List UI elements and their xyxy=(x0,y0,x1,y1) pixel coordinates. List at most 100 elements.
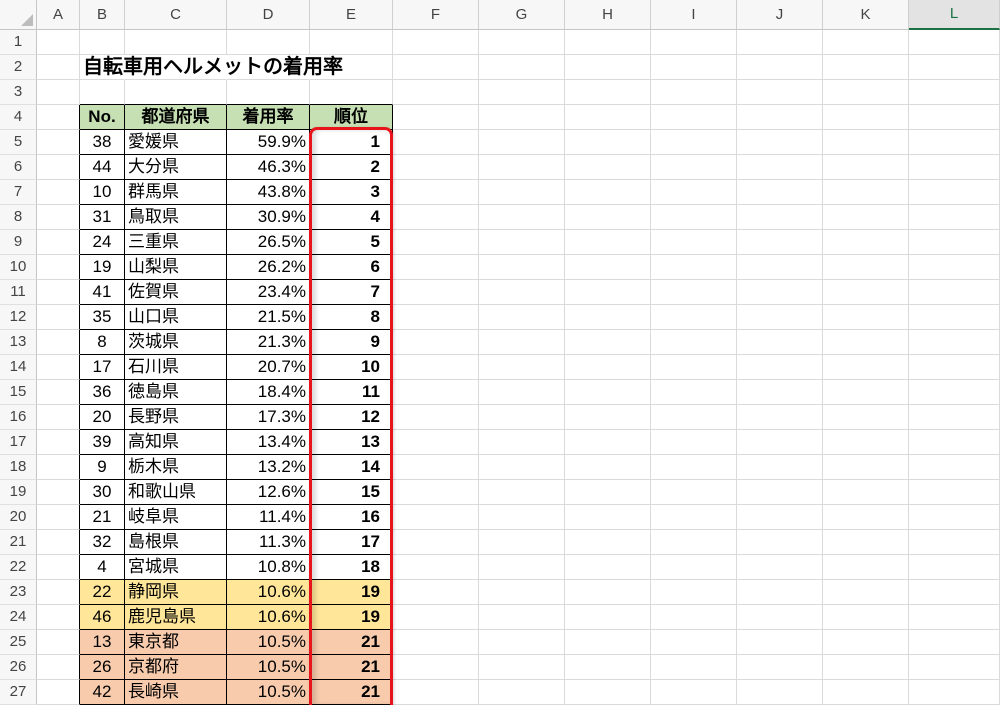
cell-K4[interactable] xyxy=(823,105,909,130)
cell-D1[interactable] xyxy=(227,30,310,55)
cell-L20[interactable] xyxy=(909,505,1000,530)
column-header-f[interactable]: F xyxy=(393,0,479,30)
column-header-d[interactable]: D xyxy=(227,0,310,30)
cell-D3[interactable] xyxy=(227,80,310,105)
cell-H18[interactable] xyxy=(565,455,651,480)
cell-E10[interactable]: 6 xyxy=(310,255,393,280)
row-header-27[interactable]: 27 xyxy=(0,680,37,705)
cell-I1[interactable] xyxy=(651,30,737,55)
cell-B13[interactable]: 8 xyxy=(80,330,125,355)
row-header-7[interactable]: 7 xyxy=(0,180,37,205)
cell-J6[interactable] xyxy=(737,155,823,180)
cell-D26[interactable]: 10.5% xyxy=(227,655,310,680)
cell-G3[interactable] xyxy=(479,80,565,105)
cell-G11[interactable] xyxy=(479,280,565,305)
cell-G22[interactable] xyxy=(479,555,565,580)
cell-J17[interactable] xyxy=(737,430,823,455)
cell-D5[interactable]: 59.9% xyxy=(227,130,310,155)
cell-C10[interactable]: 山梨県 xyxy=(125,255,227,280)
cell-K17[interactable] xyxy=(823,430,909,455)
cell-A1[interactable] xyxy=(37,30,80,55)
cell-H15[interactable] xyxy=(565,380,651,405)
cell-B14[interactable]: 17 xyxy=(80,355,125,380)
cell-H25[interactable] xyxy=(565,630,651,655)
cell-K23[interactable] xyxy=(823,580,909,605)
cell-F10[interactable] xyxy=(393,255,479,280)
cell-K22[interactable] xyxy=(823,555,909,580)
cell-D11[interactable]: 23.4% xyxy=(227,280,310,305)
cell-A11[interactable] xyxy=(37,280,80,305)
cell-L23[interactable] xyxy=(909,580,1000,605)
cell-K12[interactable] xyxy=(823,305,909,330)
cell-I21[interactable] xyxy=(651,530,737,555)
cell-G5[interactable] xyxy=(479,130,565,155)
cell-K1[interactable] xyxy=(823,30,909,55)
cell-C19[interactable]: 和歌山県 xyxy=(125,480,227,505)
cell-F22[interactable] xyxy=(393,555,479,580)
row-header-22[interactable]: 22 xyxy=(0,555,37,580)
cell-G20[interactable] xyxy=(479,505,565,530)
cell-K7[interactable] xyxy=(823,180,909,205)
cell-L9[interactable] xyxy=(909,230,1000,255)
cell-B5[interactable]: 38 xyxy=(80,130,125,155)
cell-C3[interactable] xyxy=(125,80,227,105)
cell-K20[interactable] xyxy=(823,505,909,530)
cell-E4[interactable]: 順位 xyxy=(310,105,393,130)
cell-H7[interactable] xyxy=(565,180,651,205)
cell-B21[interactable]: 32 xyxy=(80,530,125,555)
cell-B2[interactable]: 自転車用ヘルメットの着用率 xyxy=(80,55,343,80)
cell-H11[interactable] xyxy=(565,280,651,305)
cell-E24[interactable]: 19 xyxy=(310,605,393,630)
cell-H16[interactable] xyxy=(565,405,651,430)
cell-J8[interactable] xyxy=(737,205,823,230)
cell-A3[interactable] xyxy=(37,80,80,105)
cell-D17[interactable]: 13.4% xyxy=(227,430,310,455)
cell-E11[interactable]: 7 xyxy=(310,280,393,305)
cell-H23[interactable] xyxy=(565,580,651,605)
cell-E12[interactable]: 8 xyxy=(310,305,393,330)
cell-K9[interactable] xyxy=(823,230,909,255)
cell-L26[interactable] xyxy=(909,655,1000,680)
cell-D12[interactable]: 21.5% xyxy=(227,305,310,330)
cell-C20[interactable]: 岐阜県 xyxy=(125,505,227,530)
cell-J21[interactable] xyxy=(737,530,823,555)
cell-K21[interactable] xyxy=(823,530,909,555)
row-header-23[interactable]: 23 xyxy=(0,580,37,605)
cell-F8[interactable] xyxy=(393,205,479,230)
cell-C18[interactable]: 栃木県 xyxy=(125,455,227,480)
cell-E14[interactable]: 10 xyxy=(310,355,393,380)
cell-E13[interactable]: 9 xyxy=(310,330,393,355)
row-header-17[interactable]: 17 xyxy=(0,430,37,455)
cell-I15[interactable] xyxy=(651,380,737,405)
cell-L6[interactable] xyxy=(909,155,1000,180)
row-header-12[interactable]: 12 xyxy=(0,305,37,330)
cell-B15[interactable]: 36 xyxy=(80,380,125,405)
row-header-5[interactable]: 5 xyxy=(0,130,37,155)
cell-H3[interactable] xyxy=(565,80,651,105)
cell-L17[interactable] xyxy=(909,430,1000,455)
cell-G16[interactable] xyxy=(479,405,565,430)
row-header-2[interactable]: 2 xyxy=(0,55,37,80)
cell-C6[interactable]: 大分県 xyxy=(125,155,227,180)
cell-F14[interactable] xyxy=(393,355,479,380)
cell-H2[interactable] xyxy=(565,55,651,80)
cell-C13[interactable]: 茨城県 xyxy=(125,330,227,355)
cell-H12[interactable] xyxy=(565,305,651,330)
cell-E5[interactable]: 1 xyxy=(310,130,393,155)
cell-B4[interactable]: No. xyxy=(80,105,125,130)
cell-F13[interactable] xyxy=(393,330,479,355)
cell-G24[interactable] xyxy=(479,605,565,630)
cell-L3[interactable] xyxy=(909,80,1000,105)
cell-K24[interactable] xyxy=(823,605,909,630)
cell-J3[interactable] xyxy=(737,80,823,105)
cell-A5[interactable] xyxy=(37,130,80,155)
cell-C5[interactable]: 愛媛県 xyxy=(125,130,227,155)
cell-G17[interactable] xyxy=(479,430,565,455)
row-header-24[interactable]: 24 xyxy=(0,605,37,630)
cell-B6[interactable]: 44 xyxy=(80,155,125,180)
cell-A17[interactable] xyxy=(37,430,80,455)
cell-D25[interactable]: 10.5% xyxy=(227,630,310,655)
cell-G7[interactable] xyxy=(479,180,565,205)
cell-E1[interactable] xyxy=(310,30,393,55)
cell-I18[interactable] xyxy=(651,455,737,480)
